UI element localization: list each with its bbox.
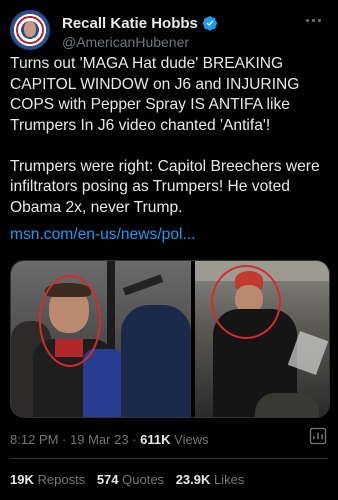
more-options-icon[interactable] (306, 16, 326, 24)
spray-can (122, 274, 164, 296)
user-handle[interactable]: @AmericanHubener (62, 34, 189, 50)
quotes-count: 574 (96, 472, 119, 487)
views-label: Views (174, 432, 209, 447)
avatar[interactable] (10, 10, 50, 50)
tweet-date[interactable]: 19 Mar 23 (70, 432, 129, 447)
photo-1[interactable] (11, 261, 191, 417)
quotes-label: Quotes (122, 472, 165, 487)
highlight-circle (39, 275, 101, 367)
reposts-stat[interactable]: 19K Reposts (10, 472, 85, 487)
tweet-link[interactable]: msn.com/en-us/news/pol... (10, 226, 195, 244)
analytics-icon[interactable] (308, 426, 328, 446)
engagement-stats: 19K Reposts 574 Quotes 23.9K Likes (10, 472, 252, 487)
photo-2[interactable] (195, 261, 329, 417)
likes-label: Likes (214, 472, 245, 487)
tweet-text: Turns out 'MAGA Hat dude' BREAKING CAPIT… (10, 55, 320, 216)
meta-separator: · (62, 432, 67, 447)
likes-stat[interactable]: 23.9K Likes (176, 472, 245, 487)
avatar-face (24, 21, 36, 37)
verified-badge-icon (202, 16, 218, 31)
media-gallery[interactable] (10, 260, 330, 418)
views-count: 611K (140, 432, 171, 447)
meta-separator: · (132, 432, 137, 447)
helmet (255, 393, 319, 417)
reposts-count: 19K (10, 472, 34, 487)
display-name[interactable]: Recall Katie Hobbs (62, 15, 198, 32)
tweet-header: Recall Katie Hobbs @AmericanHubener (10, 10, 328, 52)
tweet-meta: 8:12 PM · 19 Mar 23 · 611K Views (10, 432, 209, 447)
reposts-label: Reposts (37, 472, 86, 487)
person-right (121, 305, 191, 417)
highlight-circle (211, 265, 281, 339)
name-row: Recall Katie Hobbs (62, 14, 218, 32)
flag (83, 349, 123, 417)
likes-count: 23.9K (175, 472, 211, 487)
quotes-stat[interactable]: 574 Quotes (97, 472, 164, 487)
divider (10, 458, 328, 459)
tweet-time[interactable]: 8:12 PM (10, 432, 58, 447)
